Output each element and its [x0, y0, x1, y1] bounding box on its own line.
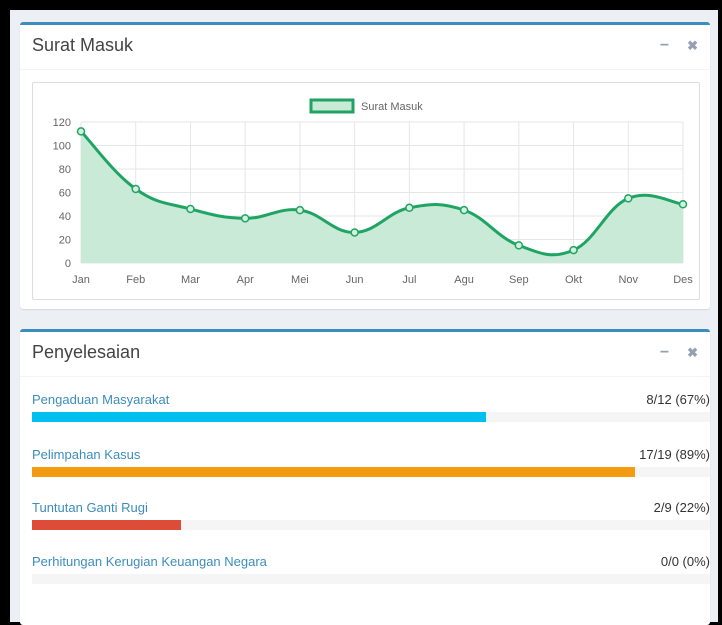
- close-icon[interactable]: ✖: [687, 345, 698, 361]
- box-tools: − ✖: [646, 344, 698, 362]
- progress-track: [32, 520, 710, 530]
- y-axis: 0 20 40 60 80 100 120: [53, 117, 71, 270]
- x-tick-label: Mar: [181, 274, 200, 286]
- close-icon[interactable]: ✖: [687, 38, 698, 54]
- progress-label[interactable]: Perhitungan Kerugian Keuangan Negara: [32, 554, 710, 569]
- progress-label[interactable]: Pelimpahan Kasus: [32, 447, 710, 462]
- x-tick-label: Agu: [454, 274, 474, 286]
- progress-group-pelimpahan: Pelimpahan Kasus 17/19 (89%): [32, 447, 710, 477]
- x-tick-label: Feb: [126, 274, 145, 286]
- surat-masuk-title: Surat Masuk: [32, 35, 134, 55]
- progress-value: 0/0 (0%): [660, 554, 710, 569]
- data-point-des[interactable]: [678, 200, 688, 209]
- x-tick-label: Jan: [72, 274, 90, 286]
- progress-track: [32, 574, 710, 584]
- y-tick-label: 40: [59, 211, 71, 223]
- surat-masuk-chart: Surat Masuk 0 20 40 60 80 100 120 Jan Feb Mar Apr…: [53, 98, 693, 286]
- progress-bar-fill: [32, 412, 487, 422]
- progress-value: 17/19 (89%): [639, 447, 710, 462]
- legend-swatch: [309, 98, 355, 114]
- x-axis: Jan Feb Mar Apr Mei Jun Jul Agu Sep Okt Nov Des: [72, 274, 693, 286]
- x-tick-label: Sep: [509, 274, 529, 286]
- series-area-fill: [81, 131, 683, 263]
- data-point-jun[interactable]: [350, 228, 359, 237]
- x-tick-label: Apr: [237, 274, 254, 286]
- surat-masuk-panel: Surat Masuk − ✖ Surat Masuk 0 20 40 60 80 100…: [20, 22, 710, 309]
- data-point-feb[interactable]: [131, 184, 140, 194]
- minus-icon[interactable]: −: [660, 344, 669, 362]
- y-tick-label: 60: [59, 188, 71, 200]
- data-point-apr[interactable]: [240, 214, 250, 223]
- x-tick-label: Jul: [402, 274, 416, 286]
- penyelesaian-panel: Penyelesaian − ✖ Pengaduan Masyarakat 8/…: [20, 329, 710, 625]
- x-tick-label: Nov: [618, 274, 638, 286]
- legend-label: Surat Masuk: [361, 101, 423, 113]
- progress-label[interactable]: Tuntutan Ganti Rugi: [32, 500, 710, 515]
- chart-container: Surat Masuk 0 20 40 60 80 100 120 Jan Feb Mar Apr…: [32, 82, 700, 300]
- y-tick-label: 120: [53, 117, 71, 129]
- surat-masuk-header: Surat Masuk − ✖: [20, 25, 710, 70]
- chart-legend: Surat Masuk: [309, 98, 423, 114]
- data-point-jan[interactable]: [76, 127, 86, 136]
- penyelesaian-header: Penyelesaian − ✖: [20, 332, 710, 377]
- data-point-agu[interactable]: [459, 205, 469, 215]
- y-tick-label: 0: [65, 258, 71, 270]
- data-point-jul[interactable]: [405, 203, 414, 213]
- progress-value: 8/12 (67%): [646, 392, 710, 407]
- y-tick-label: 80: [59, 164, 71, 176]
- data-point-sep[interactable]: [514, 241, 524, 250]
- data-point-mei[interactable]: [295, 205, 305, 215]
- x-tick-label: Mei: [291, 274, 309, 286]
- data-point-mar[interactable]: [186, 204, 195, 214]
- dashboard-area: Surat Masuk − ✖ Surat Masuk 0 20 40 60 80 100…: [10, 10, 718, 625]
- x-tick-label: Okt: [565, 274, 582, 286]
- progress-track: [32, 412, 710, 422]
- progress-value: 2/9 (22%): [653, 500, 710, 515]
- progress-track: [32, 467, 710, 477]
- x-tick-label: Des: [673, 274, 693, 286]
- x-tick-label: Jun: [346, 274, 364, 286]
- data-point-nov[interactable]: [624, 194, 633, 203]
- penyelesaian-title: Penyelesaian: [32, 342, 141, 362]
- progress-label[interactable]: Pengaduan Masyarakat: [32, 392, 710, 407]
- progress-bar-fill: [32, 520, 182, 530]
- y-tick-label: 20: [59, 235, 71, 247]
- data-point-okt[interactable]: [569, 245, 578, 255]
- progress-group-tuntutan: Tuntutan Ganti Rugi 2/9 (22%): [32, 500, 710, 530]
- progress-group-perhitungan: Perhitungan Kerugian Keuangan Negara 0/0…: [32, 554, 710, 584]
- progress-bar-fill: [32, 467, 636, 477]
- y-tick-label: 100: [53, 141, 71, 153]
- chart-area: [79, 130, 684, 263]
- box-tools: − ✖: [646, 37, 698, 55]
- minus-icon[interactable]: −: [660, 37, 669, 55]
- progress-group-pengaduan: Pengaduan Masyarakat 8/12 (67%): [32, 392, 710, 422]
